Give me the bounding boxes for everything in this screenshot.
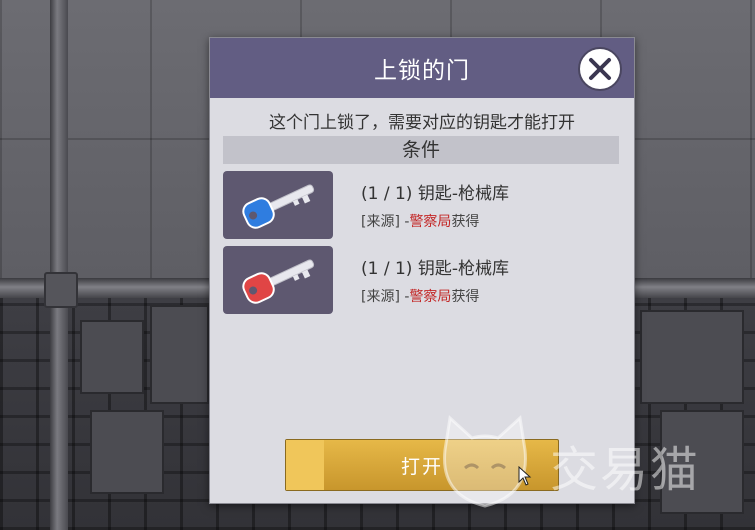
- crate: [80, 320, 144, 394]
- source-suffix: 获得: [451, 214, 480, 230]
- crate: [640, 310, 744, 404]
- source-place: 警察局: [409, 289, 452, 305]
- dialog-description: 这个门上锁了，需要对应的钥匙才能打开: [269, 113, 575, 133]
- conditions-header: 条件: [223, 136, 619, 164]
- pipe-joint: [44, 272, 78, 308]
- source-prefix: [来源] -: [361, 289, 410, 305]
- crate: [90, 410, 164, 494]
- item-source: [来源] -警察局获得: [361, 286, 479, 306]
- pipe-vertical: [50, 0, 68, 530]
- dialog-title: 上锁的门: [374, 58, 470, 84]
- source-place: 警察局: [409, 214, 452, 230]
- key-icon-red: [223, 246, 333, 314]
- locked-door-dialog: 上锁的门 这个门上锁了，需要对应的钥匙才能打开 条件 (1 / 1) 钥匙-枪械…: [209, 37, 635, 504]
- open-button-label: 打开: [400, 455, 443, 478]
- source-prefix: [来源] -: [361, 214, 410, 230]
- button-highlight: [286, 440, 324, 490]
- item-title: (1 / 1) 钥匙-枪械库: [361, 259, 509, 279]
- key-icon-blue: [223, 171, 333, 239]
- item-title: (1 / 1) 钥匙-枪械库: [361, 184, 509, 204]
- source-suffix: 获得: [451, 289, 480, 305]
- dialog-title-bar: 上锁的门: [210, 38, 634, 98]
- mouse-cursor-icon: [518, 466, 532, 486]
- item-source: [来源] -警察局获得: [361, 211, 479, 231]
- close-icon: [589, 58, 611, 80]
- condition-item: (1 / 1) 钥匙-枪械库 [来源] -警察局获得: [223, 246, 619, 314]
- close-button[interactable]: [578, 47, 622, 91]
- crate: [660, 410, 744, 514]
- crate: [150, 305, 209, 404]
- condition-item: (1 / 1) 钥匙-枪械库 [来源] -警察局获得: [223, 171, 619, 239]
